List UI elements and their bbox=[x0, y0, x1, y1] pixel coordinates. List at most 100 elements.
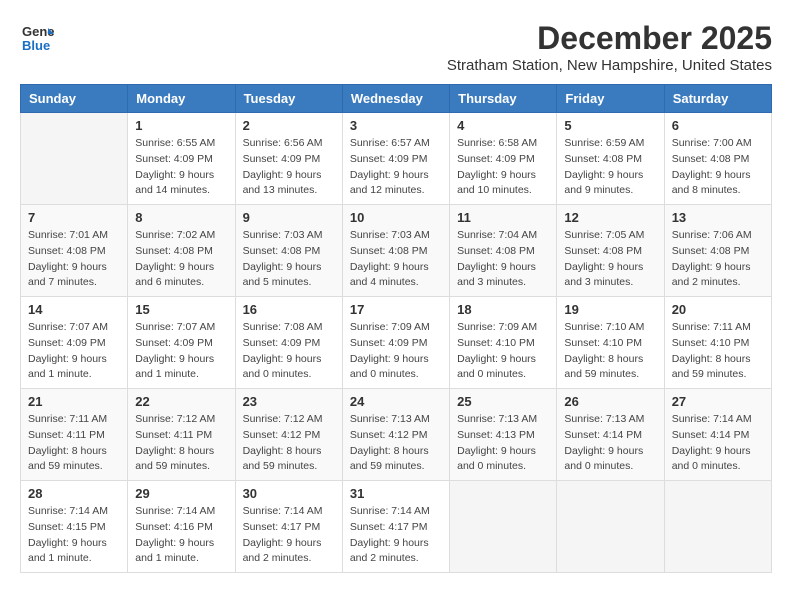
day-number: 12 bbox=[564, 210, 656, 225]
calendar-cell: 14 Sunrise: 7:07 AM Sunset: 4:09 PM Dayli… bbox=[21, 297, 128, 389]
calendar-cell: 18 Sunrise: 7:09 AM Sunset: 4:10 PM Dayli… bbox=[450, 297, 557, 389]
day-number: 2 bbox=[243, 118, 335, 133]
calendar-cell: 24Sunrise: 7:13 AM Sunset: 4:12 PM Dayli… bbox=[342, 389, 449, 481]
calendar-cell: 16 Sunrise: 7:08 AM Sunset: 4:09 PM Dayli… bbox=[235, 297, 342, 389]
day-number: 6 bbox=[672, 118, 764, 133]
day-number: 7 bbox=[28, 210, 120, 225]
day-info: Sunrise: 7:02 AM Sunset: 4:08 PM Dayligh… bbox=[135, 228, 227, 291]
calendar-cell: 12 Sunrise: 7:05 AM Sunset: 4:08 PM Dayli… bbox=[557, 205, 664, 297]
day-info: Sunrise: 7:14 AM Sunset: 4:14 PM Dayligh… bbox=[672, 412, 764, 475]
calendar-cell bbox=[21, 113, 128, 205]
day-number: 26 bbox=[564, 394, 656, 409]
calendar-cell bbox=[557, 481, 664, 573]
day-info: Sunrise: 7:06 AM Sunset: 4:08 PM Dayligh… bbox=[672, 228, 764, 291]
location-title: Stratham Station, New Hampshire, United … bbox=[447, 57, 772, 74]
day-number: 15 bbox=[135, 302, 227, 317]
day-info: Sunrise: 7:03 AM Sunset: 4:08 PM Dayligh… bbox=[350, 228, 442, 291]
calendar-week-row: 14 Sunrise: 7:07 AM Sunset: 4:09 PM Dayli… bbox=[21, 297, 772, 389]
day-number: 27 bbox=[672, 394, 764, 409]
day-number: 13 bbox=[672, 210, 764, 225]
day-number: 4 bbox=[457, 118, 549, 133]
day-info: Sunrise: 6:58 AM Sunset: 4:09 PM Dayligh… bbox=[457, 136, 549, 199]
day-info: Sunrise: 7:11 AM Sunset: 4:10 PM Dayligh… bbox=[672, 320, 764, 383]
calendar-cell: 31 Sunrise: 7:14 AM Sunset: 4:17 PM Dayli… bbox=[342, 481, 449, 573]
day-number: 9 bbox=[243, 210, 335, 225]
calendar-cell: 22Sunrise: 7:12 AM Sunset: 4:11 PM Dayli… bbox=[128, 389, 235, 481]
day-info: Sunrise: 7:07 AM Sunset: 4:09 PM Dayligh… bbox=[28, 320, 120, 383]
day-info: Sunrise: 7:14 AM Sunset: 4:17 PM Dayligh… bbox=[243, 504, 335, 567]
day-number: 28 bbox=[28, 486, 120, 501]
day-info: Sunrise: 7:03 AM Sunset: 4:08 PM Dayligh… bbox=[243, 228, 335, 291]
column-header-monday: Monday bbox=[128, 85, 235, 113]
day-info: Sunrise: 7:13 AM Sunset: 4:14 PM Dayligh… bbox=[564, 412, 656, 475]
day-number: 5 bbox=[564, 118, 656, 133]
day-number: 30 bbox=[243, 486, 335, 501]
month-title: December 2025 bbox=[447, 20, 772, 57]
calendar-week-row: 1 Sunrise: 6:55 AM Sunset: 4:09 PM Daylig… bbox=[21, 113, 772, 205]
day-info: Sunrise: 6:56 AM Sunset: 4:09 PM Dayligh… bbox=[243, 136, 335, 199]
day-info: Sunrise: 7:13 AM Sunset: 4:12 PM Dayligh… bbox=[350, 412, 442, 475]
day-number: 8 bbox=[135, 210, 227, 225]
day-number: 18 bbox=[457, 302, 549, 317]
day-number: 11 bbox=[457, 210, 549, 225]
calendar-week-row: 21 Sunrise: 7:11 AM Sunset: 4:11 PM Dayli… bbox=[21, 389, 772, 481]
calendar-week-row: 7 Sunrise: 7:01 AM Sunset: 4:08 PM Daylig… bbox=[21, 205, 772, 297]
calendar-cell: 8 Sunrise: 7:02 AM Sunset: 4:08 PM Daylig… bbox=[128, 205, 235, 297]
calendar-header-row: SundayMondayTuesdayWednesdayThursdayFrid… bbox=[21, 85, 772, 113]
day-number: 22 bbox=[135, 394, 227, 409]
day-info: Sunrise: 7:05 AM Sunset: 4:08 PM Dayligh… bbox=[564, 228, 656, 291]
calendar-cell: 25Sunrise: 7:13 AM Sunset: 4:13 PM Dayli… bbox=[450, 389, 557, 481]
day-info: Sunrise: 7:14 AM Sunset: 4:17 PM Dayligh… bbox=[350, 504, 442, 567]
calendar-cell: 2 Sunrise: 6:56 AM Sunset: 4:09 PM Daylig… bbox=[235, 113, 342, 205]
calendar-cell: 26 Sunrise: 7:13 AM Sunset: 4:14 PM Dayli… bbox=[557, 389, 664, 481]
calendar-cell bbox=[664, 481, 771, 573]
day-number: 29 bbox=[135, 486, 227, 501]
day-number: 10 bbox=[350, 210, 442, 225]
column-header-thursday: Thursday bbox=[450, 85, 557, 113]
day-info: Sunrise: 7:09 AM Sunset: 4:10 PM Dayligh… bbox=[457, 320, 549, 383]
day-info: Sunrise: 7:12 AM Sunset: 4:12 PM Dayligh… bbox=[243, 412, 335, 475]
day-number: 16 bbox=[243, 302, 335, 317]
day-number: 1 bbox=[135, 118, 227, 133]
day-info: Sunrise: 7:11 AM Sunset: 4:11 PM Dayligh… bbox=[28, 412, 120, 475]
day-number: 14 bbox=[28, 302, 120, 317]
day-info: Sunrise: 7:08 AM Sunset: 4:09 PM Dayligh… bbox=[243, 320, 335, 383]
day-number: 3 bbox=[350, 118, 442, 133]
calendar-cell: 23 Sunrise: 7:12 AM Sunset: 4:12 PM Dayli… bbox=[235, 389, 342, 481]
day-info: Sunrise: 7:14 AM Sunset: 4:16 PM Dayligh… bbox=[135, 504, 227, 567]
column-header-saturday: Saturday bbox=[664, 85, 771, 113]
column-header-tuesday: Tuesday bbox=[235, 85, 342, 113]
calendar-cell: 13 Sunrise: 7:06 AM Sunset: 4:08 PM Dayli… bbox=[664, 205, 771, 297]
calendar-cell: 1 Sunrise: 6:55 AM Sunset: 4:09 PM Daylig… bbox=[128, 113, 235, 205]
day-number: 31 bbox=[350, 486, 442, 501]
calendar-cell: 19Sunrise: 7:10 AM Sunset: 4:10 PM Dayli… bbox=[557, 297, 664, 389]
calendar-cell: 15 Sunrise: 7:07 AM Sunset: 4:09 PM Dayli… bbox=[128, 297, 235, 389]
column-header-sunday: Sunday bbox=[21, 85, 128, 113]
calendar-cell: 17Sunrise: 7:09 AM Sunset: 4:09 PM Dayli… bbox=[342, 297, 449, 389]
calendar-cell: 28 Sunrise: 7:14 AM Sunset: 4:15 PM Dayli… bbox=[21, 481, 128, 573]
day-info: Sunrise: 7:01 AM Sunset: 4:08 PM Dayligh… bbox=[28, 228, 120, 291]
calendar-cell: 7 Sunrise: 7:01 AM Sunset: 4:08 PM Daylig… bbox=[21, 205, 128, 297]
day-info: Sunrise: 7:00 AM Sunset: 4:08 PM Dayligh… bbox=[672, 136, 764, 199]
day-info: Sunrise: 7:14 AM Sunset: 4:15 PM Dayligh… bbox=[28, 504, 120, 567]
logo-icon: General Blue bbox=[20, 20, 54, 54]
day-info: Sunrise: 6:57 AM Sunset: 4:09 PM Dayligh… bbox=[350, 136, 442, 199]
calendar-cell: 27 Sunrise: 7:14 AM Sunset: 4:14 PM Dayli… bbox=[664, 389, 771, 481]
calendar-cell: 11 Sunrise: 7:04 AM Sunset: 4:08 PM Dayli… bbox=[450, 205, 557, 297]
day-info: Sunrise: 7:04 AM Sunset: 4:08 PM Dayligh… bbox=[457, 228, 549, 291]
calendar-cell: 30 Sunrise: 7:14 AM Sunset: 4:17 PM Dayli… bbox=[235, 481, 342, 573]
calendar-cell: 4 Sunrise: 6:58 AM Sunset: 4:09 PM Daylig… bbox=[450, 113, 557, 205]
day-info: Sunrise: 7:09 AM Sunset: 4:09 PM Dayligh… bbox=[350, 320, 442, 383]
calendar-week-row: 28 Sunrise: 7:14 AM Sunset: 4:15 PM Dayli… bbox=[21, 481, 772, 573]
calendar-cell: 21 Sunrise: 7:11 AM Sunset: 4:11 PM Dayli… bbox=[21, 389, 128, 481]
day-number: 25 bbox=[457, 394, 549, 409]
day-info: Sunrise: 7:07 AM Sunset: 4:09 PM Dayligh… bbox=[135, 320, 227, 383]
logo: General Blue bbox=[20, 20, 54, 54]
calendar-cell bbox=[450, 481, 557, 573]
svg-text:Blue: Blue bbox=[22, 38, 50, 53]
day-number: 20 bbox=[672, 302, 764, 317]
day-number: 19 bbox=[564, 302, 656, 317]
day-info: Sunrise: 6:55 AM Sunset: 4:09 PM Dayligh… bbox=[135, 136, 227, 199]
day-number: 21 bbox=[28, 394, 120, 409]
day-number: 23 bbox=[243, 394, 335, 409]
